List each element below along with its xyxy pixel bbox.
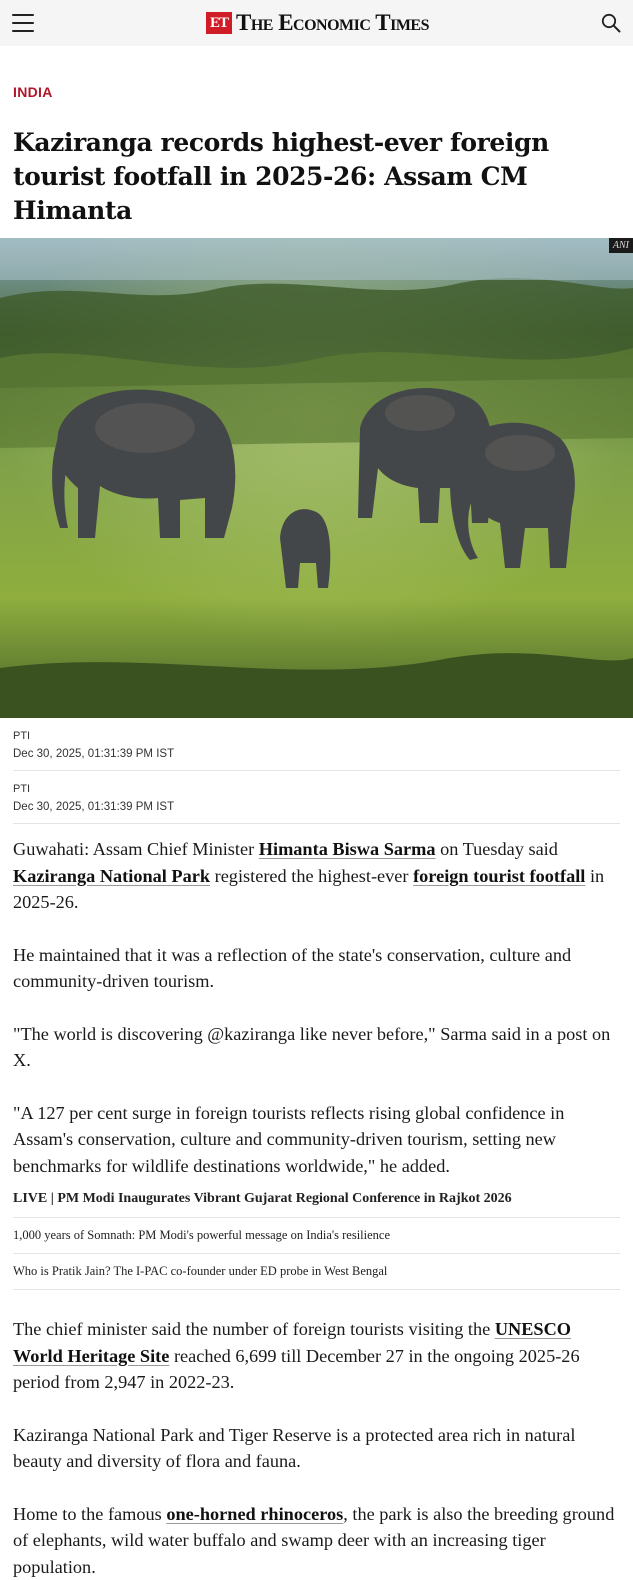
search-icon[interactable]	[601, 13, 621, 33]
article-body: Guwahati: Assam Chief Minister Himanta B…	[13, 836, 620, 1179]
elephant-herd-photo	[0, 238, 633, 718]
image-credit: ANI	[609, 238, 633, 253]
paragraph-text: The chief minister said the number of fo…	[13, 1319, 495, 1339]
link-kaziranga-national-park[interactable]: Kaziranga National Park	[13, 866, 210, 886]
hero-image: ANI	[0, 238, 633, 718]
byline-block: PTI Dec 30, 2025, 01:31:39 PM IST	[13, 718, 620, 771]
link-himanta-biswa-sarma[interactable]: Himanta Biswa Sarma	[259, 839, 436, 859]
link-one-horned-rhinoceros[interactable]: one-horned rhinoceros	[166, 1504, 343, 1524]
paragraph-text: Guwahati: Assam Chief Minister	[13, 839, 259, 859]
byline-agency: PTI	[13, 783, 620, 795]
logo-name: The Economic Times	[236, 10, 429, 36]
link-foreign-tourist-footfall[interactable]: foreign tourist footfall	[413, 866, 585, 886]
top-header: ET The Economic Times	[0, 0, 633, 46]
byline-date: Dec 30, 2025, 01:31:39 PM IST	[13, 748, 620, 760]
site-logo[interactable]: ET The Economic Times	[206, 10, 429, 36]
section-label[interactable]: INDIA	[13, 84, 633, 100]
paragraph-text: registered the highest-ever	[210, 866, 413, 886]
related-stories: LIVE | PM Modi Inaugurates Vibrant Gujar…	[13, 1191, 620, 1290]
paragraph: Kaziranga National Park and Tiger Reserv…	[13, 1422, 620, 1475]
logo-badge: ET	[206, 12, 232, 34]
paragraph: Guwahati: Assam Chief Minister Himanta B…	[13, 836, 620, 916]
byline-agency: PTI	[13, 730, 620, 742]
related-story-link[interactable]: 1,000 years of Somnath: PM Modi's powerf…	[13, 1218, 620, 1254]
byline-block: PTI Dec 30, 2025, 01:31:39 PM IST	[13, 771, 620, 824]
related-story-link[interactable]: LIVE | PM Modi Inaugurates Vibrant Gujar…	[13, 1191, 620, 1218]
paragraph: "A 127 per cent surge in foreign tourist…	[13, 1100, 620, 1180]
paragraph-text: on Tuesday said	[436, 839, 558, 859]
paragraph: The chief minister said the number of fo…	[13, 1316, 620, 1396]
article-headline: Kaziranga records highest-ever foreign t…	[13, 126, 620, 228]
paragraph: He maintained that it was a reflection o…	[13, 942, 620, 995]
byline-date: Dec 30, 2025, 01:31:39 PM IST	[13, 801, 620, 813]
hamburger-menu-icon[interactable]	[12, 14, 34, 32]
paragraph: "The world is discovering @kaziranga lik…	[13, 1021, 620, 1074]
article-body-continued: The chief minister said the number of fo…	[13, 1316, 620, 1580]
paragraph: Home to the famous one-horned rhinoceros…	[13, 1501, 620, 1580]
paragraph-text: Home to the famous	[13, 1504, 166, 1524]
related-story-link[interactable]: Who is Pratik Jain? The I-PAC co-founder…	[13, 1254, 620, 1290]
